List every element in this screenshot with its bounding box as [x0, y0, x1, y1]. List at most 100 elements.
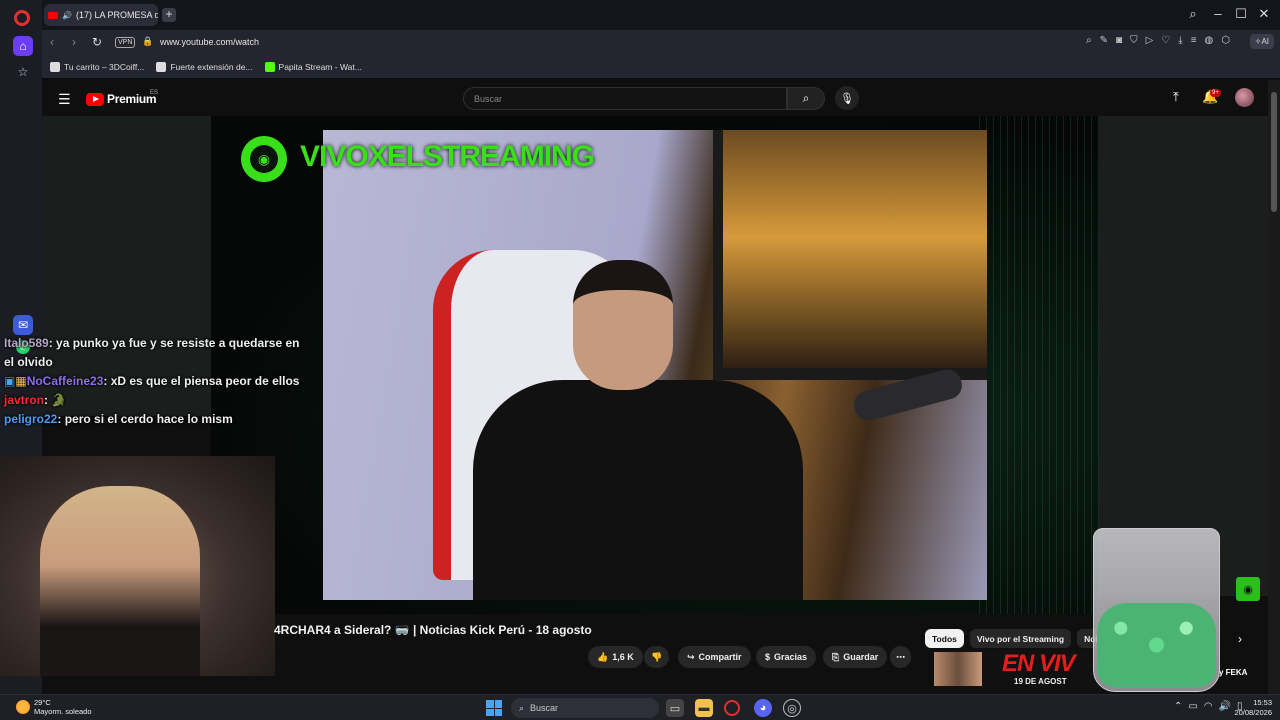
page-scrollbar[interactable] [1268, 80, 1280, 694]
live-thumbnail[interactable]: EN VIV 19 DE AGOST [934, 650, 1099, 688]
search-tabs-icon[interactable]: ⌕ [1185, 6, 1201, 22]
voice-search-button[interactable]: 🎙 [835, 86, 859, 110]
hamburger-menu-icon[interactable]: ☰ [58, 91, 71, 108]
thanks-button[interactable]: $ Gracias [756, 646, 817, 668]
bookmark-favicon-icon [156, 62, 167, 72]
menu-icon[interactable]: ≡ [1191, 35, 1197, 46]
search-icon: ⌕ [519, 702, 525, 713]
url-field[interactable]: www.youtube.com/watch [160, 37, 259, 47]
channel-logo: ◉ [241, 136, 287, 182]
window-scene [713, 130, 987, 380]
like-button[interactable]: 👍 1,6 K [588, 646, 643, 668]
windows-start-icon[interactable] [486, 700, 502, 716]
play-icon[interactable]: ▷ [1146, 35, 1154, 46]
chevron-right-icon[interactable]: › [1238, 632, 1242, 646]
discord-icon[interactable]: ◕ [754, 699, 772, 717]
bookmark-item[interactable]: Papita Stream - Wat... [264, 62, 362, 72]
chat-message: peligro22: pero si el cerdo hace lo mism [0, 410, 300, 429]
vpn-badge[interactable]: VPN [115, 37, 136, 48]
mic-icon: 🎙 [840, 92, 854, 105]
shield-icon[interactable]: ⛉ [1130, 35, 1138, 46]
chat-message: ▣▦NoCaffeine23: xD es que el piensa peor… [0, 372, 300, 391]
forward-button[interactable]: › [72, 35, 76, 49]
reload-button[interactable]: ↻ [92, 35, 102, 49]
heart-icon[interactable]: ♡ [1161, 35, 1170, 46]
matrix-background [979, 116, 1099, 614]
more-actions-button[interactable]: ⋯ [890, 646, 911, 668]
kick-favicon-icon [264, 62, 275, 72]
chat-user: javtron [4, 393, 45, 407]
youtube-play-icon [86, 92, 104, 106]
windows-taskbar: 29°C Mayorm. soleado ⌕ Buscar ▭ ▬ ◕ ◎ ⌃ ▭… [0, 694, 1280, 720]
ai-button[interactable]: ✧AI [1249, 34, 1274, 49]
volume-icon[interactable]: 🔊 [1219, 701, 1231, 712]
thanks-icon: $ [765, 652, 771, 662]
save-button[interactable]: ⎘ Guardar [823, 646, 888, 668]
right-stream-panel [1099, 116, 1268, 596]
opera-logo-icon[interactable] [14, 10, 30, 26]
tab-strip: 🔊 (17) LA PROMESA de + ⌕ – ☐ ✕ [42, 0, 1280, 30]
extensions-icon[interactable]: ⬡ [1221, 35, 1230, 46]
minimize-button[interactable]: – [1210, 6, 1226, 21]
tab-youtube[interactable]: 🔊 (17) LA PROMESA de [44, 4, 158, 26]
star-icon[interactable]: ☆ [13, 62, 33, 82]
notification-badge: 9+ [1210, 89, 1221, 97]
chip-vivo[interactable]: Vivo por el Streaming [969, 629, 1072, 648]
close-button[interactable]: ✕ [1256, 6, 1272, 22]
more-icon: ⋯ [896, 651, 905, 662]
lock-icon[interactable]: 🔒 [142, 36, 153, 47]
bookmark-item[interactable]: Fuerte extensión de... [156, 62, 253, 72]
new-tab-button[interactable]: + [162, 8, 176, 22]
region-code: ES [150, 90, 159, 96]
search-input[interactable]: Buscar [463, 87, 787, 110]
weather-widget[interactable]: 29°C Mayorm. soleado [16, 698, 92, 716]
scroll-thumb[interactable] [1271, 92, 1277, 212]
upload-icon[interactable]: ⤒ [1173, 89, 1179, 105]
chat-user: Italo589 [4, 336, 49, 350]
weather-desc: Mayorm. soleado [34, 707, 92, 716]
file-explorer-icon[interactable]: ▬ [695, 699, 713, 717]
youtube-logo[interactable]: Premium [86, 92, 157, 106]
thumbs-down-icon: 👎 [651, 651, 663, 662]
opera-taskbar-icon[interactable] [724, 700, 740, 716]
speaker-icon[interactable]: 🔊 [62, 11, 72, 20]
messenger-icon[interactable]: ✉ [13, 315, 33, 335]
dislike-button[interactable]: 👎 [644, 646, 670, 668]
home-icon[interactable]: ⌂ [13, 36, 33, 56]
download-icon[interactable]: ⤓ [1178, 35, 1182, 46]
monitor-icon[interactable]: ▭ [1188, 701, 1197, 712]
chevron-up-icon[interactable]: ⌃ [1174, 701, 1182, 712]
task-view-icon[interactable]: ▭ [666, 699, 684, 717]
obs-icon[interactable]: ◎ [783, 699, 801, 717]
like-count: 1,6 K [612, 652, 634, 662]
sun-icon [16, 700, 30, 714]
youtube-favicon-icon [48, 11, 58, 19]
chip-todos[interactable]: Todos [925, 629, 964, 648]
zoom-icon[interactable]: ⌕ [1086, 35, 1092, 46]
video-player[interactable]: ◉ VIVOXELSTREAMING [211, 116, 1099, 614]
avatar[interactable] [1235, 88, 1254, 107]
taskbar-search[interactable]: ⌕ Buscar [511, 698, 659, 718]
kick-pig-icon: ◉ [1236, 577, 1260, 601]
search-button[interactable]: ⌕ [787, 87, 825, 110]
filter-chips: Todos Vivo por el Streaming Notic [925, 629, 1113, 648]
share-button[interactable]: ↪ Compartir [678, 646, 751, 668]
chat-text: : pero si el cerdo hace lo mism [57, 412, 233, 426]
profile-icon[interactable]: ◍ [1205, 35, 1214, 46]
chat-message: javtron: 🐊 [0, 391, 300, 410]
extension-icons: ⌕ ✎ ◙ ⛉ ▷ ♡ ⤓ ≡ ◍ ⬡ [1086, 35, 1230, 46]
jar-overlay [1093, 528, 1220, 692]
channel-overlay-name: VIVOXELSTREAMING [300, 140, 595, 173]
bookmark-item[interactable]: Tu carrito – 3DCoiff... [50, 62, 144, 72]
screen: ⌂ ☆ ✉ ✆ 🔊 (17) LA PROMESA de + ⌕ – ☐ ✕ ‹… [0, 0, 1280, 720]
camera-icon[interactable]: ◙ [1116, 35, 1122, 46]
system-tray: ⌃ ▭ ◠ 🔊 ▯ [1174, 701, 1243, 712]
search-icon: ⌕ [802, 91, 810, 105]
edit-icon[interactable]: ✎ [1100, 35, 1108, 46]
live-subtext: 19 DE AGOST [1014, 677, 1067, 686]
back-button[interactable]: ‹ [50, 35, 54, 49]
taskbar-clock[interactable]: 15:53 20/08/2026 [1234, 698, 1272, 718]
wifi-icon[interactable]: ◠ [1204, 701, 1213, 712]
maximize-button[interactable]: ☐ [1233, 6, 1249, 22]
share-icon: ↪ [687, 651, 695, 662]
